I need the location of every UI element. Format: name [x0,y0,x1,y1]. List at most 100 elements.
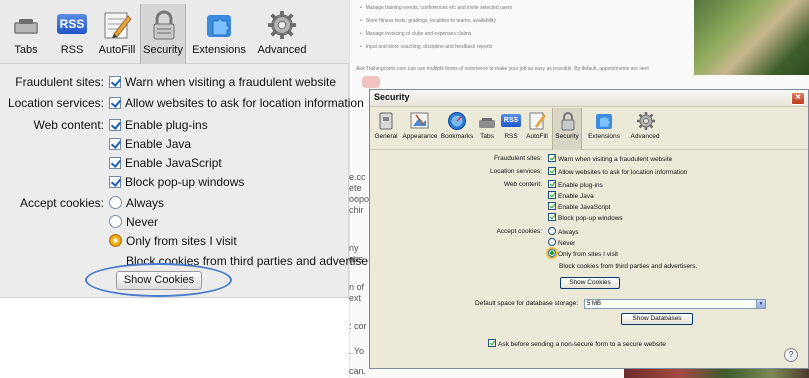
cookies-never-radio[interactable]: Never [109,215,158,229]
checkbox-label: Enable JavaScript [558,204,611,211]
checkbox[interactable] [548,213,556,221]
list-item: Manage invoicing of clubs and expenses c… [360,28,690,41]
checkbox[interactable] [548,180,556,188]
checkbox-label: Warn when visiting a fraudulent website [558,156,673,163]
list-item: Input and store coaching, discipline and… [360,41,690,54]
checkbox[interactable] [488,339,496,347]
close-button[interactable]: × [791,92,805,105]
checkbox[interactable] [548,202,556,210]
tab-appearance[interactable]: Appearance [402,108,438,150]
chevron-down-icon[interactable]: ▼ [756,300,765,308]
radio[interactable] [548,249,556,257]
checkbox[interactable] [109,97,121,109]
tab-label: General [374,133,398,140]
block-popups-checkbox[interactable]: Block pop-up windows [109,175,244,189]
tab-extensions[interactable]: Extensions [188,6,250,62]
location-services-checkbox[interactable]: Allow websites to ask for location infor… [109,96,364,110]
fraudulent-sites-checkbox[interactable]: Warn when visiting a fraudulent website [548,154,672,163]
show-cookies-button[interactable]: Show Cookies [560,277,620,289]
enable-javascript-checkbox[interactable]: Enable JavaScript [109,156,222,170]
autofill-icon [104,12,132,39]
extensions-icon [207,15,231,37]
show-databases-button[interactable]: Show Databases [621,313,693,325]
dialog-toolbar: General Appearance Bookmarks Tabs RSS RS… [370,108,808,150]
lock-icon [561,112,575,131]
tab-label: Advanced [257,44,307,56]
checkbox[interactable] [548,191,556,199]
checkbox[interactable] [548,167,556,175]
bookmarks-icon [448,112,466,130]
tabs-icon [14,19,38,34]
tab-rss[interactable]: RSS RSS [52,6,92,62]
background-text-fragments: e.cc ete oopo chir ny ass n of ext : cor… [349,166,371,378]
checkbox-label: Allow websites to ask for location infor… [558,169,688,176]
checkbox-label: Block pop-up windows [558,215,623,222]
database-storage-select[interactable]: 5 MB ▼ [584,299,766,309]
tab-autofill[interactable]: AutoFill [524,108,550,150]
dialog-titlebar: Security × [370,90,808,107]
checkbox-label: Enable plug-ins [558,182,603,189]
nonsecure-form-checkbox[interactable]: Ask before sending a non-secure form to … [488,339,666,348]
list-item: Store fitness tests, gradings, localitie… [360,15,690,28]
cookies-visited-only-radio[interactable]: Only from sites I visit [109,234,237,248]
security-dialog: Security × General Appearance Bookmarks … [369,89,809,369]
tab-label: Advanced [630,133,660,140]
checkbox[interactable] [109,157,121,169]
cookies-never-radio[interactable]: Never [548,238,575,247]
checkbox[interactable] [109,76,121,88]
tab-security[interactable]: Security [140,4,186,64]
help-button[interactable]: ? [784,348,798,362]
database-storage-value: 5 MB [587,301,602,307]
enable-plugins-checkbox[interactable]: Enable plug-ins [109,118,208,132]
general-icon [379,112,393,130]
cookies-always-radio[interactable]: Always [548,227,579,236]
cookies-always-radio[interactable]: Always [109,196,164,210]
checkbox[interactable] [109,176,121,188]
location-services-checkbox[interactable]: Allow websites to ask for location infor… [548,167,687,176]
text-fragment: n of [349,282,365,292]
checkbox[interactable] [548,154,556,162]
cookies-visited-only-radio[interactable]: Only from sites I visit [548,249,618,258]
radio-label: Never [126,215,159,229]
web-content-label: Web content: [503,181,542,188]
text-fragment: chir [349,205,364,215]
radio[interactable] [548,227,556,235]
tab-tabs[interactable]: Tabs [6,6,46,62]
block-popups-checkbox[interactable]: Block pop-up windows [548,213,623,222]
tab-label: RSS [60,44,84,56]
radio[interactable] [109,234,122,247]
text-fragment: can. [349,366,367,376]
tab-security[interactable]: Security [552,108,582,150]
location-services-label: Location services: [489,168,542,175]
tab-advanced[interactable]: Advanced [626,108,664,150]
gear-icon [637,112,655,130]
fraudulent-sites-checkbox[interactable]: Warn when visiting a fraudulent website [109,75,336,89]
text-fragment: ete [349,183,362,193]
radio[interactable] [109,215,122,228]
radio[interactable] [548,238,556,246]
tab-tabs[interactable]: Tabs [476,108,498,150]
tab-label: AutoFill [98,44,136,56]
checkbox-label: Enable JavaScript [125,156,222,170]
tab-bookmarks[interactable]: Bookmarks [440,108,474,150]
checkbox-label: Enable plug-ins [125,118,208,132]
rss-icon: RSS [57,14,87,34]
checkbox-label: Enable Java [125,137,192,151]
tab-rss[interactable]: RSS RSS [500,108,522,150]
enable-javascript-checkbox[interactable]: Enable JavaScript [548,202,610,211]
tab-advanced[interactable]: Advanced [252,6,312,62]
enable-plugins-checkbox[interactable]: Enable plug-ins [548,180,603,189]
tab-general[interactable]: General [372,108,400,150]
checkbox-label: Warn when visiting a fraudulent website [125,75,336,89]
dialog-title: Security [374,92,410,102]
checkbox[interactable] [109,119,121,131]
database-storage-label: Default space for database storage: [475,300,578,307]
tab-autofill[interactable]: AutoFill [96,6,138,62]
tab-extensions[interactable]: Extensions [584,108,624,150]
checkbox[interactable] [109,138,121,150]
radio[interactable] [109,196,122,209]
tab-label: Security [143,44,183,56]
enable-java-checkbox[interactable]: Enable Java [548,191,594,200]
enable-java-checkbox[interactable]: Enable Java [109,137,191,151]
text-fragment: e.cc [349,172,366,182]
